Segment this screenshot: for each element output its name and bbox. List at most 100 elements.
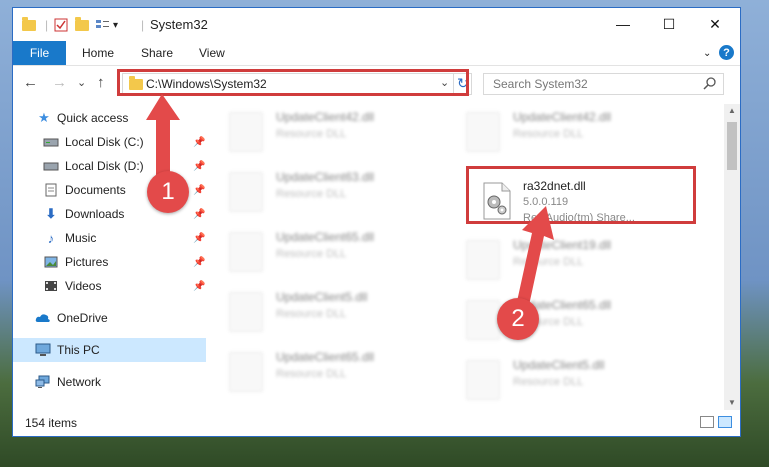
file-description: Resource DLL xyxy=(276,188,347,200)
file-description: Resource DLL xyxy=(513,376,584,388)
up-button[interactable]: ↑ xyxy=(97,74,105,91)
file-description: Resource DLL xyxy=(513,128,584,140)
sidebar-item-onedrive[interactable]: OneDrive xyxy=(13,306,206,330)
file-description: Resource DLL xyxy=(276,368,347,380)
file-item[interactable]: UpdateClient65.dll Resource DLL xyxy=(217,344,427,398)
scroll-thumb[interactable] xyxy=(727,122,737,170)
file-name: UpdateClient5.dll xyxy=(513,358,605,372)
sidebar-item-label: Documents xyxy=(65,183,126,197)
tab-share[interactable]: Share xyxy=(141,41,173,65)
view-options-icon[interactable] xyxy=(95,16,113,34)
expand-ribbon-icon[interactable]: ⌄ xyxy=(703,41,711,65)
separator: | xyxy=(141,18,145,32)
sidebar-item-label: Downloads xyxy=(65,207,125,221)
videos-icon xyxy=(43,279,59,293)
documents-icon xyxy=(43,183,59,197)
tab-home[interactable]: Home xyxy=(82,41,114,65)
pc-icon xyxy=(35,343,51,357)
pin-icon: 📌 xyxy=(193,160,206,172)
close-button[interactable]: ✕ xyxy=(692,8,738,40)
pin-icon: 📌 xyxy=(193,232,206,244)
sidebar-item-label: Videos xyxy=(65,279,102,293)
dll-file-icon xyxy=(466,360,500,400)
sidebar-item-label: Local Disk (C:) xyxy=(65,135,144,149)
search-input[interactable]: Search System32 xyxy=(493,77,588,91)
file-list: UpdateClient42.dll Resource DLL UpdateCl… xyxy=(217,104,717,408)
window-title: System32 xyxy=(150,17,208,32)
cloud-icon xyxy=(35,311,51,325)
maximize-button[interactable]: ☐ xyxy=(646,8,692,40)
file-item[interactable]: UpdateClient65.dll Resource DLL xyxy=(217,224,427,278)
tab-file[interactable]: File xyxy=(13,41,66,65)
step-badge-1: 1 xyxy=(147,171,189,213)
pin-icon: 📌 xyxy=(193,256,206,268)
details-view-icon[interactable] xyxy=(700,416,714,428)
properties-icon[interactable] xyxy=(54,16,68,34)
sidebar-item-network[interactable]: Network xyxy=(13,370,206,394)
file-item[interactable]: UpdateClient42.dll Resource DLL xyxy=(454,104,664,158)
status-bar: 154 items xyxy=(13,410,740,436)
dll-file-icon xyxy=(229,232,263,272)
star-icon: ★ xyxy=(38,110,50,125)
file-description: Resource DLL xyxy=(276,308,347,320)
pin-icon: 📌 xyxy=(193,280,206,292)
file-description: Resource DLL xyxy=(276,248,347,260)
file-description: Resource DLL xyxy=(276,128,347,140)
sidebar-item-pictures[interactable]: Pictures 📌 xyxy=(13,250,206,274)
sidebar-item-music[interactable]: ♪ Music 📌 xyxy=(13,226,206,250)
sidebar-item-label: Quick access xyxy=(57,111,129,125)
search-icon[interactable] xyxy=(703,76,717,93)
scroll-down-icon[interactable]: ▼ xyxy=(728,398,736,407)
new-folder-icon[interactable] xyxy=(75,16,89,34)
dll-file-icon xyxy=(229,292,263,332)
search-box[interactable]: Search System32 xyxy=(483,73,724,95)
separator: | xyxy=(45,18,49,32)
file-item[interactable]: UpdateClient5.dll Resource DLL xyxy=(217,284,427,338)
customize-dropdown-icon[interactable]: ▾ xyxy=(113,16,118,34)
file-item[interactable]: UpdateClient5.dll Resource DLL xyxy=(454,352,664,406)
pin-icon: 📌 xyxy=(193,208,206,220)
sidebar-item-label: This PC xyxy=(57,343,100,357)
back-button[interactable]: ← xyxy=(23,74,38,91)
dll-file-icon xyxy=(229,112,263,152)
file-name: UpdateClient42.dll xyxy=(513,110,612,124)
file-name: UpdateClient65.dll xyxy=(276,230,375,244)
drive-icon xyxy=(43,159,59,173)
tab-view[interactable]: View xyxy=(199,41,225,65)
file-name: UpdateClient63.dll xyxy=(276,170,375,184)
file-item[interactable]: UpdateClient63.dll Resource DLL xyxy=(217,164,427,218)
sidebar-item-label: Music xyxy=(65,231,97,245)
dll-file-icon xyxy=(466,300,500,340)
tiles-view-icon[interactable] xyxy=(718,416,732,428)
minimize-button[interactable]: — xyxy=(600,8,646,40)
ribbon-tabs: File Home Share View ⌄ ? xyxy=(13,41,740,66)
file-name: UpdateClient65.dll xyxy=(276,350,375,364)
file-name: UpdateClient42.dll xyxy=(276,110,375,124)
scroll-up-icon[interactable]: ▲ xyxy=(728,106,736,115)
pin-icon: 📌 xyxy=(193,184,206,196)
dll-file-icon xyxy=(466,112,500,152)
item-count: 154 items xyxy=(25,416,78,430)
pictures-icon xyxy=(43,255,59,269)
sidebar-item-label: Network xyxy=(57,375,102,389)
network-icon xyxy=(35,375,51,389)
view-switcher xyxy=(700,416,732,428)
sidebar-item-label: OneDrive xyxy=(57,311,108,325)
help-icon[interactable]: ? xyxy=(719,45,734,60)
quick-access-folder-icon[interactable] xyxy=(22,16,36,34)
file-name: UpdateClient5.dll xyxy=(276,290,368,304)
sidebar-item-videos[interactable]: Videos 📌 xyxy=(13,274,206,298)
sidebar-item-label: Pictures xyxy=(65,255,109,269)
recent-locations-dropdown[interactable]: ⌄ xyxy=(77,76,86,89)
dll-file-icon xyxy=(229,172,263,212)
step-badge-2: 2 xyxy=(497,298,539,340)
dll-file-icon xyxy=(466,240,500,280)
file-item[interactable]: UpdateClient42.dll Resource DLL xyxy=(217,104,427,158)
download-icon: ⬇ xyxy=(45,206,57,221)
sidebar-item-this-pc[interactable]: This PC xyxy=(13,338,206,362)
forward-button[interactable]: → xyxy=(52,74,67,91)
sidebar-item-label: Local Disk (D:) xyxy=(65,159,144,173)
dll-file-icon xyxy=(229,352,263,392)
pin-icon: 📌 xyxy=(193,136,206,148)
vertical-scrollbar[interactable]: ▲ ▼ xyxy=(724,104,740,410)
